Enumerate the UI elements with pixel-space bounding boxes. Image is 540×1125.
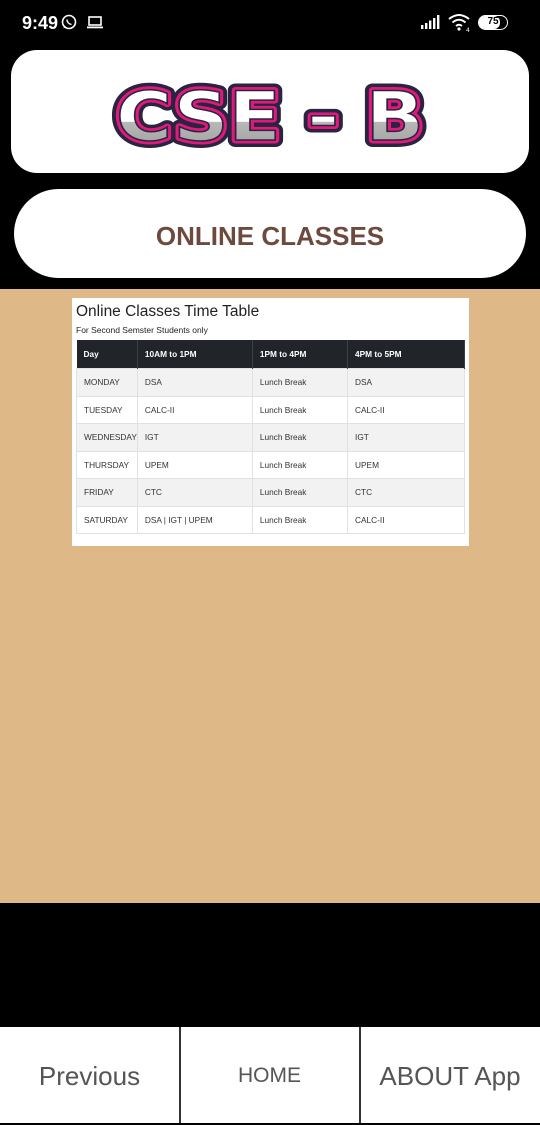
previous-button[interactable]: Previous: [0, 1027, 179, 1123]
laptop-icon: [87, 16, 103, 29]
table-cell: IGT: [347, 423, 465, 452]
table-cell: Lunch Break: [251, 423, 349, 452]
table-cell: CTC: [136, 478, 253, 507]
bottom-navigation: Previous HOME ABOUT App: [0, 1027, 540, 1123]
svg-text:4: 4: [466, 27, 470, 32]
home-button[interactable]: HOME: [180, 1027, 359, 1123]
table-row: SATURDAY DSA | IGT | UPEM Lunch Break CA…: [76, 505, 465, 534]
table-cell: UPEM: [136, 450, 253, 479]
table-cell: MONDAY: [76, 368, 138, 397]
timetable-table: Day 10AM to 1PM 1PM to 4PM 4PM to 5PM MO…: [76, 340, 465, 534]
timetable-subtitle: For Second Semster Students only: [76, 325, 208, 335]
table-cell: TUESDAY: [76, 395, 138, 424]
table-header-row: Day 10AM to 1PM 1PM to 4PM 4PM to 5PM: [76, 340, 465, 369]
table-cell: Lunch Break: [251, 368, 349, 397]
status-bar: 9:49 4 75: [0, 0, 540, 46]
table-row: FRIDAY CTC Lunch Break CTC: [76, 478, 465, 507]
whatsapp-icon: [61, 14, 77, 30]
column-header: 1PM to 4PM: [252, 340, 349, 369]
logo-card: CSE - B CSE - B CSE - B: [11, 50, 529, 173]
logo-text: CSE - B: [116, 78, 424, 157]
table-cell: DSA: [347, 368, 465, 397]
table-cell: CALC-II: [136, 395, 253, 424]
table-cell: CTC: [347, 478, 465, 507]
table-row: WEDNESDAY IGT Lunch Break IGT: [76, 423, 465, 452]
table-cell: CALC-II: [347, 505, 465, 534]
webview-content[interactable]: Online Classes Time Table For Second Sem…: [0, 289, 540, 903]
table-cell: WEDNESDAY: [76, 423, 138, 452]
status-time: 9:49: [22, 13, 59, 33]
column-header: 4PM to 5PM: [347, 340, 465, 369]
timetable-card: Online Classes Time Table For Second Sem…: [72, 298, 469, 546]
wifi-icon: 4: [448, 14, 470, 32]
table-cell: FRIDAY: [76, 478, 138, 507]
table-cell: Lunch Break: [251, 505, 349, 534]
table-row: THURSDAY UPEM Lunch Break UPEM: [76, 450, 465, 479]
table-row: MONDAY DSA Lunch Break DSA: [76, 368, 465, 397]
cse-b-logo: CSE - B CSE - B CSE - B: [109, 71, 431, 164]
table-cell: DSA: [136, 368, 253, 397]
online-classes-button[interactable]: ONLINE CLASSES: [14, 189, 526, 278]
table-cell: Lunch Break: [251, 395, 349, 424]
table-row: TUESDAY CALC-II Lunch Break CALC-II: [76, 395, 465, 424]
table-cell: CALC-II: [347, 395, 465, 424]
timetable-title: Online Classes Time Table: [76, 303, 260, 320]
table-cell: SATURDAY: [76, 505, 138, 534]
signal-icon: [421, 15, 440, 29]
table-cell: Lunch Break: [251, 450, 349, 479]
table-cell: UPEM: [347, 450, 465, 479]
table-cell: DSA | IGT | UPEM: [136, 505, 253, 534]
about-app-button[interactable]: ABOUT App: [360, 1027, 540, 1123]
column-header: 10AM to 1PM: [137, 340, 253, 369]
column-header: Day: [76, 340, 138, 369]
battery-icon: 75: [478, 15, 508, 30]
table-cell: THURSDAY: [76, 450, 138, 479]
battery-level: 75: [487, 16, 499, 27]
table-cell: Lunch Break: [251, 478, 349, 507]
table-cell: IGT: [136, 423, 253, 452]
